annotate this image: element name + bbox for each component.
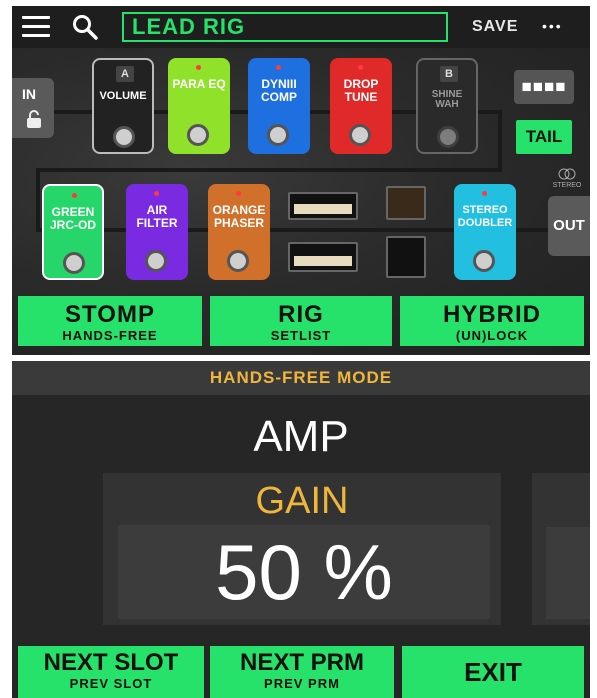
pedal-air-filter[interactable]: AIR FILTER <box>126 184 188 280</box>
led-indicator <box>196 65 201 70</box>
button-sub-label: (UN)LOCK <box>455 328 529 343</box>
input-block[interactable]: IN <box>12 78 54 138</box>
more-options-button[interactable]: ••• <box>542 18 563 34</box>
tail-toggle[interactable]: TAIL <box>516 120 572 154</box>
led-indicator <box>276 65 281 70</box>
footswitch-icon <box>267 124 289 146</box>
button-main-label: EXIT <box>464 657 522 687</box>
hands-free-header: HANDS-FREE MODE <box>12 361 590 395</box>
stereo-icon <box>558 168 576 180</box>
pedal-label: STEREO DOUBLER <box>457 204 513 229</box>
pedal-label: DROP TUNE <box>343 77 379 104</box>
footswitch-icon <box>349 124 371 146</box>
signal-cable <box>498 110 502 172</box>
rig-editor-panel: LEAD RIG SAVE ••• IN A VOLUME PARA EQ DY… <box>12 6 590 355</box>
button-sub-label: PREV SLOT <box>69 676 153 691</box>
next-param-button[interactable]: NEXT PRM PREV PRM <box>210 646 394 698</box>
button-main-label: STOMP <box>65 301 155 328</box>
pedal-green-jrc-od[interactable]: GREEN JRC-OD <box>42 184 104 280</box>
cab-icon[interactable] <box>386 236 426 278</box>
led-indicator <box>236 191 241 196</box>
hybrid-button[interactable]: HYBRID (UN)LOCK <box>400 296 584 346</box>
snapshot-blocks-icon[interactable]: ■■■■ <box>514 70 574 104</box>
led-indicator <box>358 65 363 70</box>
pedal-orange-phaser[interactable]: ORANGE PHASER <box>208 184 270 280</box>
button-main-label: NEXT PRM <box>239 649 364 676</box>
footswitch-icon <box>473 250 495 272</box>
footswitch-icon <box>63 252 85 274</box>
parameter-name: GAIN <box>255 480 349 522</box>
stereo-label: STEREO <box>552 182 582 189</box>
footswitch-icon <box>227 250 249 272</box>
pedal-label: SHINE WAH <box>431 89 463 110</box>
output-block[interactable]: OUT <box>548 196 590 256</box>
cab-icon[interactable] <box>386 186 426 220</box>
pedal-volume[interactable]: A VOLUME <box>92 58 154 154</box>
pedal-drop-tune[interactable]: DROP TUNE <box>330 58 392 154</box>
exit-button[interactable]: EXIT <box>402 646 584 698</box>
footswitch-letter: A <box>116 66 134 82</box>
stomp-button[interactable]: STOMP HANDS-FREE <box>18 296 202 346</box>
pedal-shine-wah[interactable]: B SHINE WAH <box>416 58 478 154</box>
lock-icon <box>27 110 41 128</box>
button-main-label: NEXT SLOT <box>43 649 179 676</box>
search-icon[interactable] <box>72 14 98 40</box>
footswitch-icon <box>437 126 459 148</box>
top-bar: LEAD RIG SAVE ••• <box>12 6 590 48</box>
hands-free-panel: HANDS-FREE MODE AMP GAIN 50 % NEXT SLOT … <box>12 361 590 698</box>
button-sub-label: SETLIST <box>270 328 332 343</box>
pedal-label: AIR FILTER <box>136 203 178 230</box>
menu-icon[interactable] <box>22 16 50 38</box>
next-parameter-value <box>546 527 590 619</box>
signal-cable <box>36 168 40 230</box>
footswitch-icon <box>113 126 135 148</box>
pedal-dyniii-comp[interactable]: DYNIII COMP <box>248 58 310 154</box>
amp-face <box>294 204 352 214</box>
pedal-label: VOLUME <box>99 90 147 102</box>
rig-button[interactable]: RIG SETLIST <box>210 296 392 346</box>
pedal-label: ORANGE PHASER <box>212 203 266 230</box>
led-indicator <box>154 191 159 196</box>
next-slot-button[interactable]: NEXT SLOT PREV SLOT <box>18 646 204 698</box>
amp-head-icon[interactable] <box>288 242 358 272</box>
footswitch-icon <box>145 250 167 272</box>
button-sub-label: HANDS-FREE <box>62 328 158 343</box>
block-title: AMP <box>253 412 349 461</box>
led-indicator <box>482 191 487 196</box>
preset-name-field[interactable]: LEAD RIG <box>122 12 448 42</box>
footswitch-letter: B <box>440 66 458 82</box>
footswitch-icon <box>187 124 209 146</box>
button-main-label: HYBRID <box>442 301 541 328</box>
signal-cable <box>36 168 502 172</box>
parameter-value: 50 % <box>215 528 393 616</box>
amp-head-icon[interactable] <box>288 192 358 220</box>
pedal-stereo-doubler[interactable]: STEREO DOUBLER <box>454 184 516 280</box>
amp-face <box>294 256 352 266</box>
led-indicator <box>72 193 77 198</box>
save-button[interactable]: SAVE <box>472 18 518 36</box>
pedal-label: DYNIII COMP <box>261 77 297 104</box>
stereo-indicator: STEREO <box>550 168 584 189</box>
button-main-label: RIG <box>278 301 324 328</box>
input-label: IN <box>22 86 36 102</box>
pedal-label: PARA EQ <box>172 77 226 91</box>
pedal-para-eq[interactable]: PARA EQ <box>168 58 230 154</box>
button-sub-label: PREV PRM <box>264 676 340 691</box>
pedal-label: GREEN JRC-OD <box>49 205 96 232</box>
